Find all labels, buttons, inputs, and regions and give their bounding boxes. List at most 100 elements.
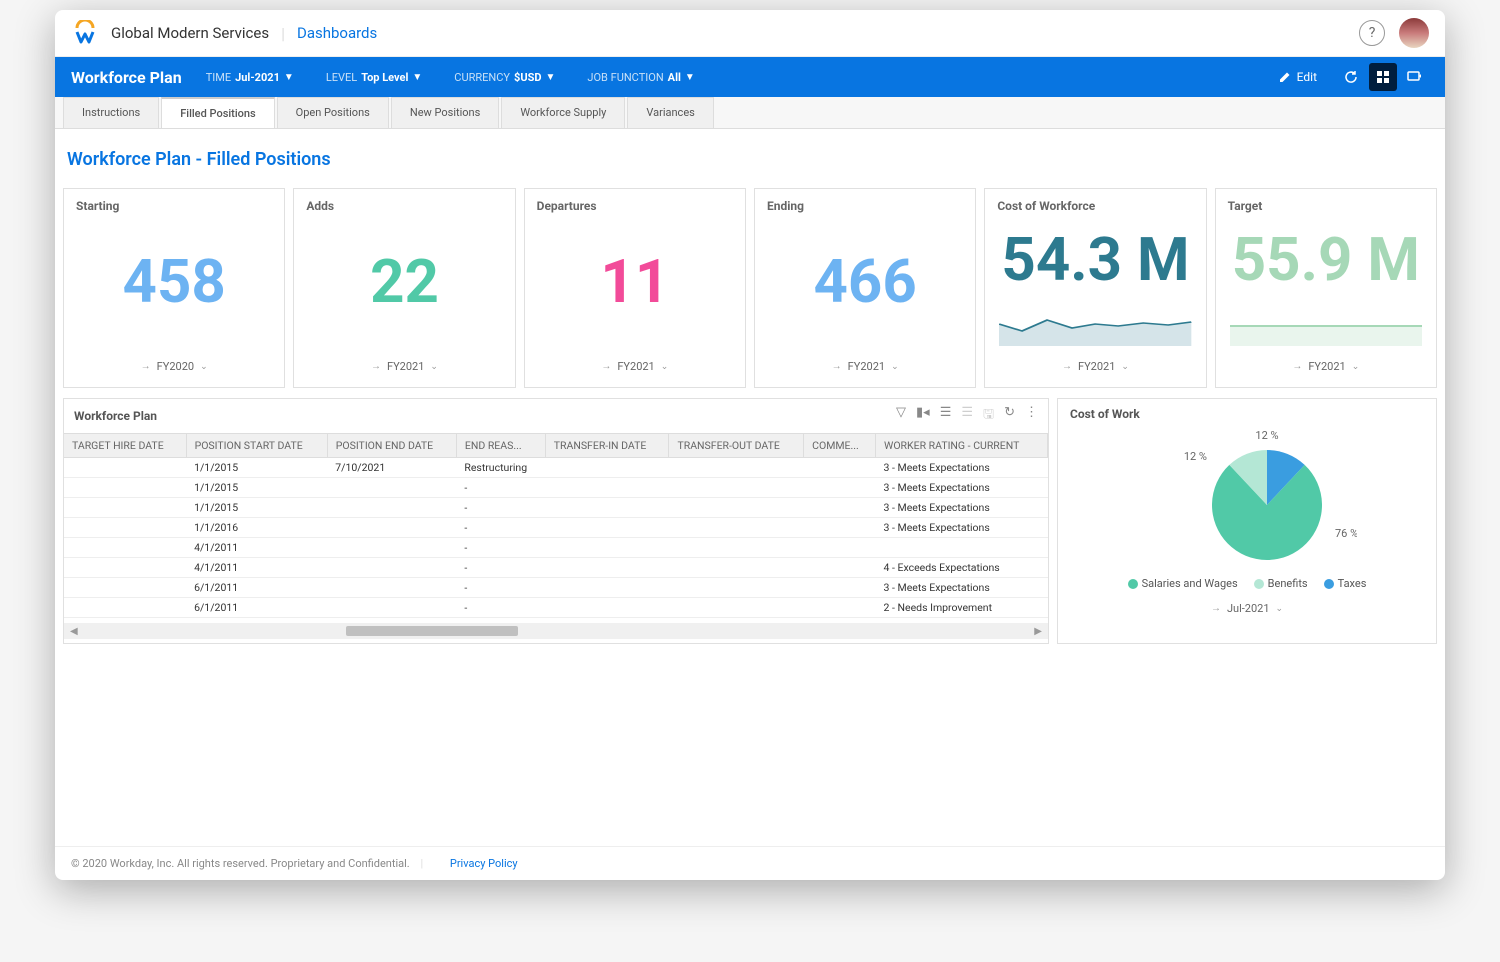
table-row[interactable]: 10/1/2011-▾3 - Meets Expectations — [64, 618, 1048, 624]
chevron-down-icon: ⌄ — [1121, 362, 1129, 372]
top-header: Global Modern Services | Dashboards ? — [55, 10, 1445, 57]
refresh-icon[interactable] — [1337, 63, 1365, 91]
chevron-down-icon: ⌄ — [430, 362, 438, 372]
scroll-left-icon[interactable]: ◀ — [70, 626, 78, 637]
caret-down-icon: ▼ — [412, 72, 422, 83]
kpi-footer[interactable]: →FY2021⌄ — [1216, 350, 1436, 387]
svg-text:12 %: 12 % — [1255, 429, 1278, 442]
column-header[interactable]: TARGET HIRE DATE — [64, 434, 186, 458]
filter-job-function[interactable]: JOB FUNCTION All▼ — [587, 71, 694, 84]
table-row[interactable]: 6/1/2011-3 - Meets Expectations — [64, 578, 1048, 598]
kpi-value: 466 — [755, 213, 975, 350]
kpi-footer[interactable]: →FY2021⌄ — [985, 350, 1205, 387]
tab-filled-positions[interactable]: Filled Positions — [161, 97, 274, 128]
kpi-starting: Starting458→FY2020⌄ — [63, 188, 285, 388]
chevron-down-icon: ⌄ — [891, 362, 899, 372]
scroll-right-icon[interactable]: ▶ — [1034, 626, 1042, 637]
table-row[interactable]: 4/1/2011- — [64, 538, 1048, 558]
kpi-value: 458 — [64, 213, 284, 350]
kpi-footer[interactable]: →FY2020⌄ — [64, 350, 284, 387]
column-header[interactable]: WORKER RATING - CURRENT — [876, 434, 1048, 458]
edit-button[interactable]: Edit — [1279, 70, 1317, 84]
arrow-right-icon: → — [832, 361, 842, 372]
page-footer: © 2020 Workday, Inc. All rights reserved… — [55, 846, 1445, 880]
present-icon[interactable] — [1401, 63, 1429, 91]
table-row[interactable]: 1/1/2015-3 - Meets Expectations — [64, 478, 1048, 498]
filter-icon[interactable]: ▽ — [896, 405, 906, 427]
legend-item: Taxes — [1324, 577, 1367, 590]
more-icon[interactable]: ⋮ — [1025, 405, 1038, 427]
kpi-label: Ending — [755, 189, 975, 213]
help-icon[interactable]: ? — [1359, 20, 1385, 46]
column-header[interactable]: COMME... — [804, 434, 876, 458]
pie-footer[interactable]: → Jul-2021 ⌄ — [1211, 590, 1283, 629]
arrow-right-icon: → — [1211, 603, 1221, 614]
chevron-down-icon: ⌄ — [1276, 604, 1284, 614]
bookmark-icon[interactable]: ▮◂ — [916, 405, 930, 427]
workforce-plan-table-panel: Workforce Plan ▽ ▮◂ ☰ ☰ 🖫 ↻ ⋮ TARGET HIR… — [63, 398, 1049, 644]
edit-label: Edit — [1297, 70, 1317, 84]
expand-rows-icon[interactable]: ☰ — [961, 405, 973, 427]
filter-level[interactable]: LEVEL Top Level▼ — [326, 71, 422, 84]
table-row[interactable]: 1/1/2016-3 - Meets Expectations — [64, 518, 1048, 538]
kpi-label: Starting — [64, 189, 284, 213]
kpi-label: Target — [1216, 189, 1436, 213]
collapse-rows-icon[interactable]: ☰ — [940, 405, 952, 427]
table-row[interactable]: 1/1/20157/10/2021Restructuring3 - Meets … — [64, 458, 1048, 478]
kpi-value: 55.9 M — [1216, 213, 1436, 306]
arrow-right-icon: → — [1062, 361, 1072, 372]
privacy-link[interactable]: Privacy Policy — [450, 857, 518, 870]
legend-item: Benefits — [1254, 577, 1308, 590]
chevron-down-icon: ⌄ — [661, 362, 669, 372]
breadcrumb-dashboards[interactable]: Dashboards — [297, 24, 377, 42]
grid-view-icon[interactable] — [1369, 63, 1397, 91]
kpi-value: 54.3 M — [985, 213, 1205, 306]
pie-title: Cost of Work — [1070, 407, 1424, 421]
kpi-value: 11 — [525, 213, 745, 350]
chevron-down-icon: ⌄ — [200, 362, 208, 372]
column-header[interactable]: POSITION END DATE — [327, 434, 456, 458]
user-avatar[interactable] — [1399, 18, 1429, 48]
tab-instructions[interactable]: Instructions — [63, 97, 159, 128]
legend-item: Salaries and Wages — [1128, 577, 1238, 590]
tab-workforce-supply[interactable]: Workforce Supply — [501, 97, 625, 128]
arrow-right-icon: → — [141, 361, 151, 372]
arrow-right-icon: → — [371, 361, 381, 372]
kpi-cost-of-workforce: Cost of Workforce54.3 M →FY2021⌄ — [984, 188, 1206, 388]
table-row[interactable]: 6/1/2011-2 - Needs Improvement — [64, 598, 1048, 618]
filter-currency[interactable]: CURRENCY $USD▼ — [454, 71, 555, 84]
svg-text:76 %: 76 % — [1335, 527, 1357, 540]
page-title: Workforce Plan — [71, 68, 182, 87]
kpi-label: Cost of Workforce — [985, 189, 1205, 213]
filter-time[interactable]: TIME Jul-2021▼ — [206, 71, 294, 84]
table-title: Workforce Plan — [74, 409, 157, 423]
column-header[interactable]: TRANSFER-IN DATE — [545, 434, 669, 458]
app-logo[interactable] — [71, 19, 99, 47]
arrow-right-icon: → — [601, 361, 611, 372]
org-name: Global Modern Services — [111, 24, 269, 42]
column-header[interactable]: TRANSFER-OUT DATE — [669, 434, 804, 458]
tab-variances[interactable]: Variances — [627, 97, 713, 128]
table-row[interactable]: 4/1/2011-4 - Exceeds Expectations — [64, 558, 1048, 578]
horizontal-scrollbar[interactable]: ◀ ▶ — [64, 623, 1048, 639]
kpi-value: 22 — [294, 213, 514, 350]
divider: | — [281, 24, 285, 43]
kpi-footer[interactable]: →FY2021⌄ — [294, 350, 514, 387]
kpi-footer[interactable]: →FY2021⌄ — [755, 350, 975, 387]
column-header[interactable]: END REAS... — [456, 434, 545, 458]
column-header[interactable]: POSITION START DATE — [186, 434, 327, 458]
tab-open-positions[interactable]: Open Positions — [277, 97, 389, 128]
cost-of-work-panel: Cost of Work 12 %12 %76 % Salaries and W… — [1057, 398, 1437, 644]
tab-new-positions[interactable]: New Positions — [391, 97, 499, 128]
caret-down-icon: ▼ — [685, 72, 695, 83]
copyright: © 2020 Workday, Inc. All rights reserved… — [71, 857, 410, 870]
tab-bar: InstructionsFilled PositionsOpen Positio… — [55, 97, 1445, 129]
arrow-right-icon: → — [1292, 361, 1302, 372]
table-row[interactable]: 1/1/2015-3 - Meets Expectations — [64, 498, 1048, 518]
save-icon[interactable]: 🖫 — [983, 405, 994, 427]
kpi-footer[interactable]: →FY2021⌄ — [525, 350, 745, 387]
kpi-label: Adds — [294, 189, 514, 213]
table-refresh-icon[interactable]: ↻ — [1004, 405, 1015, 427]
workforce-table[interactable]: TARGET HIRE DATEPOSITION START DATEPOSIT… — [64, 433, 1048, 623]
caret-down-icon: ▼ — [546, 72, 556, 83]
